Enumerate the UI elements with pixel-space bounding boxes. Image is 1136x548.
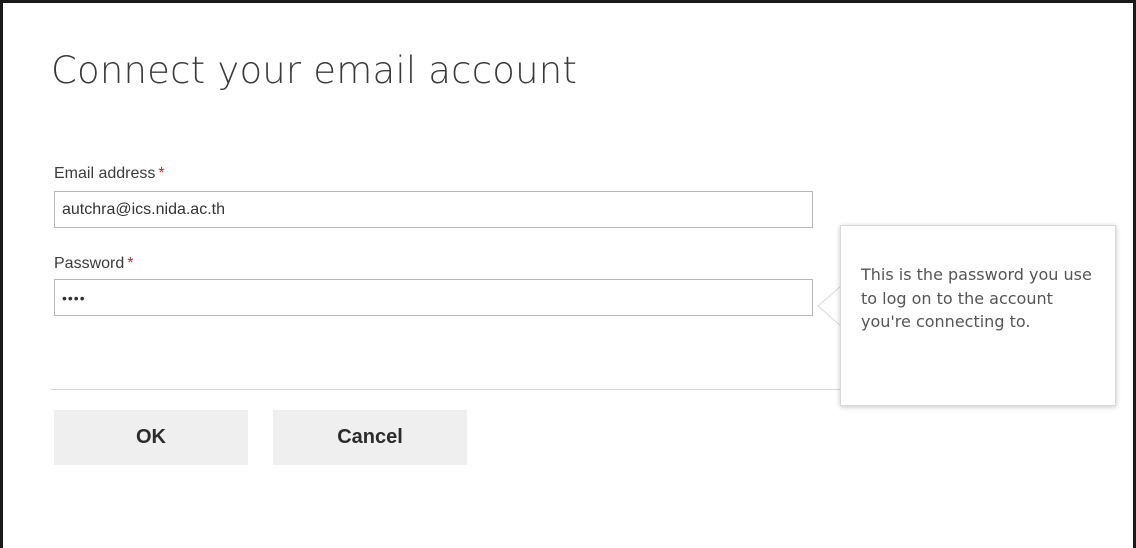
dialog-title: Connect your email account — [51, 49, 578, 92]
email-label: Email address * — [54, 165, 165, 183]
cancel-button[interactable]: Cancel — [273, 410, 467, 465]
connect-email-dialog: Connect your email account Email address… — [0, 0, 1136, 548]
password-field[interactable] — [54, 279, 813, 316]
password-required-mark: * — [127, 255, 134, 272]
password-label-text: Password — [54, 255, 125, 272]
email-label-text: Email address — [54, 165, 156, 182]
email-field[interactable] — [54, 191, 813, 228]
password-help-tooltip: This is the password you use to log on t… — [840, 225, 1116, 406]
tooltip-text: This is the password you use to log on t… — [861, 265, 1092, 331]
divider — [51, 389, 841, 390]
email-required-mark: * — [158, 165, 165, 182]
password-label: Password * — [54, 255, 133, 273]
ok-button[interactable]: OK — [54, 410, 248, 465]
